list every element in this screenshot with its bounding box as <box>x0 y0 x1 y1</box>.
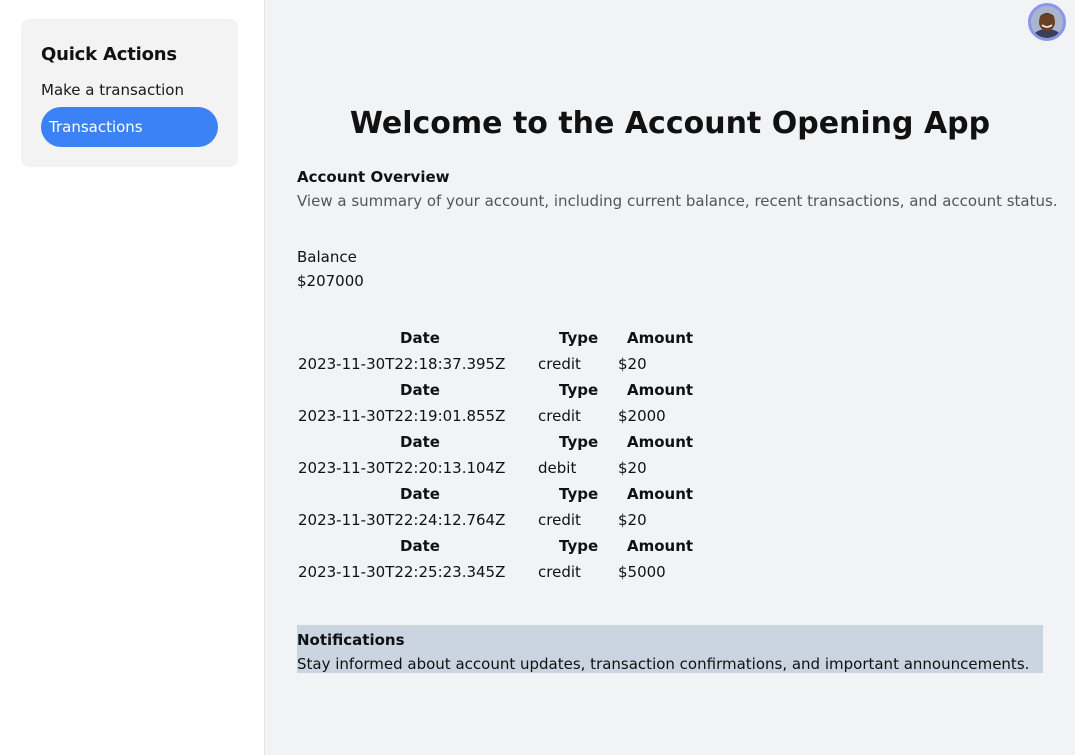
avatar-photo-icon <box>1031 6 1063 38</box>
notifications-description: Stay informed about account updates, tra… <box>297 655 1030 673</box>
transactions-table: Date Type Amount 2023-11-30T22:18:37.395… <box>297 326 697 586</box>
balance-label: Balance <box>297 248 357 266</box>
amount-header: Amount <box>627 329 694 347</box>
user-avatar[interactable] <box>1028 3 1066 41</box>
transaction-row: Date Type Amount 2023-11-30T22:24:12.764… <box>297 482 697 534</box>
type-header: Type <box>559 433 599 451</box>
sidebar: Quick Actions Make a transaction Transac… <box>0 0 265 755</box>
quick-actions-title: Quick Actions <box>41 44 177 65</box>
notifications-heading: Notifications <box>297 631 405 649</box>
transaction-type: credit <box>538 511 581 529</box>
transaction-row: Date Type Amount 2023-11-30T22:19:01.855… <box>297 378 697 430</box>
transaction-date: 2023-11-30T22:20:13.104Z <box>298 459 506 477</box>
account-overview-heading: Account Overview <box>297 168 450 186</box>
transaction-date: 2023-11-30T22:18:37.395Z <box>298 355 506 373</box>
amount-header: Amount <box>627 485 694 503</box>
transaction-date: 2023-11-30T22:24:12.764Z <box>298 511 506 529</box>
account-overview-description: View a summary of your account, includin… <box>297 192 1058 210</box>
transaction-date: 2023-11-30T22:19:01.855Z <box>298 407 506 425</box>
transaction-row: Date Type Amount 2023-11-30T22:18:37.395… <box>297 326 697 378</box>
date-header: Date <box>400 485 440 503</box>
type-header: Type <box>559 485 599 503</box>
transaction-amount: $2000 <box>618 407 666 425</box>
transaction-type: credit <box>538 355 581 373</box>
transaction-row: Date Type Amount 2023-11-30T22:25:23.345… <box>297 534 697 586</box>
date-header: Date <box>400 537 440 555</box>
date-header: Date <box>400 433 440 451</box>
date-header: Date <box>400 329 440 347</box>
transaction-type: debit <box>538 459 577 477</box>
transaction-amount: $20 <box>618 355 647 373</box>
notifications-panel: Notifications Stay informed about accoun… <box>297 625 1043 673</box>
amount-header: Amount <box>627 433 694 451</box>
amount-header: Amount <box>627 381 694 399</box>
type-header: Type <box>559 381 599 399</box>
transactions-button[interactable]: Transactions <box>41 107 218 147</box>
type-header: Type <box>559 537 599 555</box>
page-title: Welcome to the Account Opening App <box>349 106 991 141</box>
transaction-amount: $20 <box>618 459 647 477</box>
make-transaction-link[interactable]: Make a transaction <box>41 81 184 99</box>
quick-actions-card: Quick Actions Make a transaction Transac… <box>21 19 238 167</box>
date-header: Date <box>400 381 440 399</box>
transaction-amount: $5000 <box>618 563 666 581</box>
transaction-row: Date Type Amount 2023-11-30T22:20:13.104… <box>297 430 697 482</box>
transaction-type: credit <box>538 563 581 581</box>
type-header: Type <box>559 329 599 347</box>
transaction-date: 2023-11-30T22:25:23.345Z <box>298 563 506 581</box>
balance-value: $207000 <box>297 272 364 290</box>
transaction-type: credit <box>538 407 581 425</box>
amount-header: Amount <box>627 537 694 555</box>
transaction-amount: $20 <box>618 511 647 529</box>
